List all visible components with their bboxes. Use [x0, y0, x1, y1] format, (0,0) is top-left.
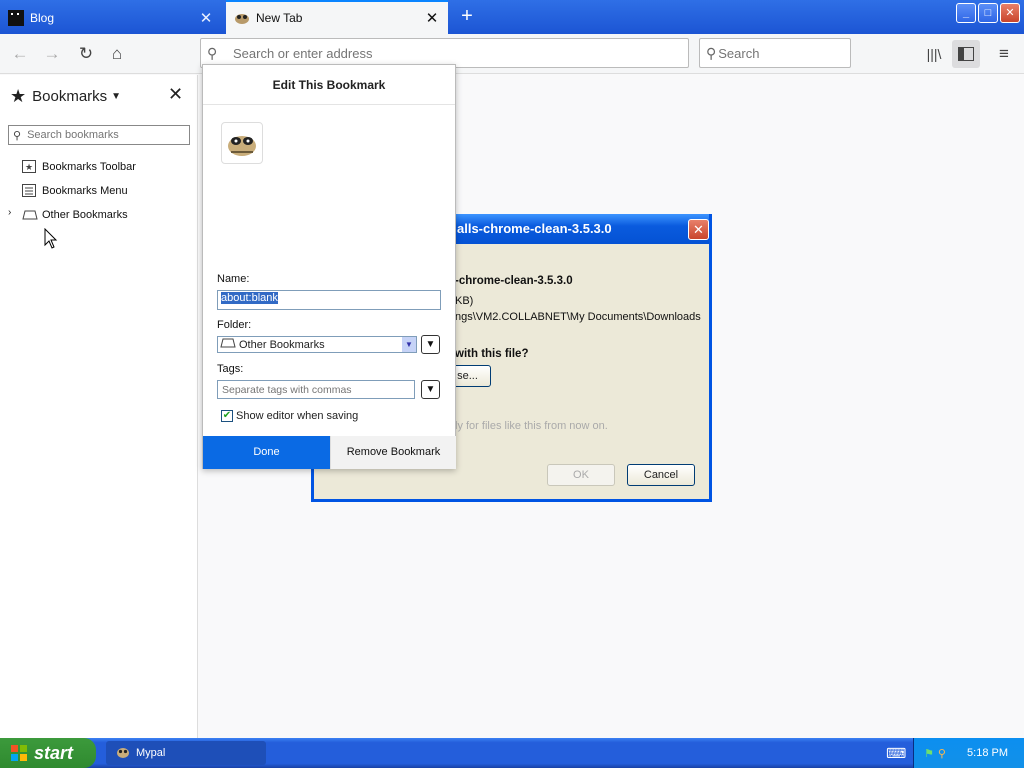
clock: 5:18 PM	[967, 747, 1008, 759]
expand-twisty-icon[interactable]: ›	[8, 207, 11, 218]
search-icon: ⚲	[207, 44, 218, 61]
new-tab-button[interactable]: +	[454, 3, 480, 29]
other-bookmarks-icon	[22, 208, 38, 222]
forward-arrow-icon[interactable]: →	[38, 40, 66, 68]
bookmarks-search-input[interactable]	[25, 128, 176, 142]
tags-label: Tags:	[217, 363, 244, 375]
window-close-button[interactable]: ✕	[1000, 3, 1020, 23]
folder-icon	[220, 337, 236, 352]
name-label: Name:	[217, 273, 250, 285]
hamburger-menu-icon[interactable]: ≡	[990, 40, 1018, 68]
tab-blog[interactable]: Blog ✕	[0, 2, 222, 34]
bookmark-preview-image	[221, 122, 263, 164]
dropdown-arrow-icon: ▼	[402, 337, 416, 352]
keyboard-icon[interactable]: ⌨	[886, 745, 906, 762]
reload-icon[interactable]: ↻	[72, 40, 100, 68]
home-icon[interactable]: ⌂	[103, 40, 131, 68]
checkmark-icon: ✔	[221, 410, 233, 422]
tags-input[interactable]	[217, 380, 415, 399]
bookmarks-sidebar: ★ Bookmarks ▼ ✕ ⚲ ★ Bookmarks Toolbar Bo…	[0, 75, 198, 738]
show-editor-label: Show editor when saving	[236, 410, 359, 422]
nav-toolbar: ← → ↻ ⌂ ⚲ ⚲ |||\ ≡	[0, 34, 1024, 74]
mouse-cursor-icon	[44, 228, 58, 249]
remove-bookmark-button[interactable]: Remove Bookmark	[330, 436, 456, 469]
folder-dropdown[interactable]: Other Bookmarks ▼	[217, 336, 417, 353]
sidebar-close-icon[interactable]: ✕	[168, 84, 183, 105]
dialog-path: ngs\VM2.COLLABNET\My Documents\Downloads	[455, 311, 701, 323]
dialog-filesize: KB)	[455, 295, 474, 307]
search-input[interactable]	[716, 44, 897, 62]
sidebar-title: Bookmarks	[32, 87, 108, 105]
tab-new-tab[interactable]: New Tab ✕	[226, 0, 448, 34]
library-icon[interactable]: |||\	[920, 40, 948, 68]
windows-logo-icon	[10, 744, 28, 762]
folder-label: Folder:	[217, 319, 252, 331]
done-button[interactable]: Done	[203, 436, 330, 469]
chevron-down-icon: ▼	[111, 90, 122, 102]
start-button[interactable]: start	[0, 738, 96, 768]
show-editor-checkbox[interactable]: ✔ Show editor when saving	[221, 410, 358, 422]
folder-value: Other Bookmarks	[239, 338, 325, 351]
edit-bookmark-panel: Edit This Bookmark Name: about:blank Fol…	[202, 64, 456, 469]
search-bar[interactable]: ⚲	[699, 38, 897, 68]
taskbar: start Mypal ⌨ ⚑ ⚲ 5:18 PM	[0, 738, 1024, 768]
ok-button[interactable]: OK	[547, 464, 615, 486]
name-selected-text: about:blank	[221, 292, 278, 304]
network-icon[interactable]: ⚑	[924, 747, 934, 760]
sidebar-item-bookmarks-toolbar[interactable]: ★ Bookmarks Toolbar	[22, 157, 136, 177]
sidebar-item-label: Bookmarks Toolbar	[42, 161, 136, 173]
taskbar-item-label: Mypal	[136, 747, 166, 759]
search-icon: ⚲	[13, 129, 22, 142]
bookmarks-menu-icon	[22, 184, 38, 198]
svg-text:★: ★	[25, 162, 33, 172]
window-maximize-button[interactable]: □	[978, 3, 998, 23]
window-minimize-button[interactable]: _	[956, 3, 976, 23]
mypal-favicon-icon	[234, 10, 250, 26]
taskbar-item-mypal[interactable]: Mypal	[106, 741, 266, 765]
url-input[interactable]	[231, 44, 688, 62]
bookmark-name-input[interactable]: about:blank	[217, 290, 441, 310]
sidebar-item-bookmarks-menu[interactable]: Bookmarks Menu	[22, 181, 128, 201]
bookmarks-search-field[interactable]: ⚲	[8, 125, 190, 145]
star-icon: ★	[10, 85, 27, 106]
tab-strip: Blog ✕ New Tab ✕ + _ □ ✕	[0, 0, 1024, 34]
start-label: start	[34, 742, 74, 763]
dialog-close-button[interactable]: ✕	[688, 219, 709, 240]
dialog-auto-option: ly for files like this from now on.	[455, 420, 608, 432]
sidebar-item-other-bookmarks[interactable]: Other Bookmarks	[22, 205, 128, 225]
search-tray-icon[interactable]: ⚲	[938, 747, 946, 760]
sidebar-item-label: Bookmarks Menu	[42, 185, 128, 197]
sidebar-item-label: Other Bookmarks	[42, 209, 128, 221]
tags-expand-button[interactable]: ▼	[421, 380, 440, 399]
tab-title: Blog	[30, 11, 55, 25]
cancel-button[interactable]: Cancel	[627, 464, 695, 486]
folder-expand-button[interactable]: ▼	[421, 335, 440, 354]
mypal-app-icon	[116, 745, 130, 762]
panel-title: Edit This Bookmark	[203, 65, 455, 105]
system-tray: ⚑ ⚲ 5:18 PM	[913, 738, 1024, 768]
blog-favicon-icon	[8, 10, 24, 26]
sidebar-toggle-icon[interactable]	[952, 40, 980, 68]
tab-close-icon[interactable]: ✕	[422, 9, 442, 27]
dialog-title: alls-chrome-clean-3.5.3.0	[457, 221, 612, 236]
bookmarks-toolbar-icon: ★	[22, 160, 38, 174]
back-arrow-icon[interactable]: ←	[6, 40, 34, 68]
tab-close-icon[interactable]: ✕	[196, 9, 216, 27]
tab-title: New Tab	[256, 11, 303, 25]
dialog-filename: -chrome-clean-3.5.3.0	[455, 275, 573, 287]
search-icon: ⚲	[706, 44, 717, 61]
dialog-question: with this file?	[455, 348, 529, 360]
